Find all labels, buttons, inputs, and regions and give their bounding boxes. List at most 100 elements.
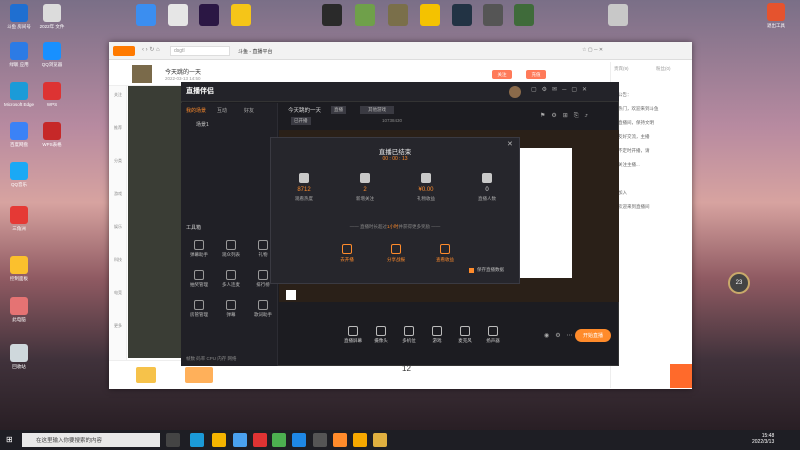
tool-button[interactable]: 观众列表 — [219, 240, 243, 258]
settings-icons[interactable]: ◉⚙⋯ — [544, 332, 579, 339]
desktop-icon[interactable]: 三角洲 — [3, 206, 35, 231]
companion-taskbar-icon[interactable] — [333, 433, 347, 447]
chrome-taskbar-icon[interactable] — [272, 433, 286, 447]
pay-button[interactable]: 充值 — [526, 70, 546, 79]
desktop-icon[interactable]: Microsoft Edge — [3, 82, 35, 107]
tab-title[interactable]: 斗鱼 - 直播平台 — [238, 48, 272, 55]
rockstar-icon[interactable] — [420, 4, 440, 26]
explorer-taskbar-icon[interactable] — [212, 433, 226, 447]
right-tab-vip[interactable]: 贵宾(9) — [614, 66, 629, 72]
desktop-icon[interactable]: WPS — [36, 82, 68, 107]
dialog-action[interactable]: 去开播 — [330, 244, 364, 263]
scene-item[interactable]: 场景1 — [196, 121, 209, 128]
game3-icon[interactable] — [483, 4, 503, 26]
nav-back-icon[interactable]: ‹ › ↻ ⌂ — [142, 46, 160, 53]
desktop-icon[interactable]: 斗鱼 房间号 — [3, 4, 35, 29]
preview-toolbar[interactable]: ⚑⚙⊞⎘⤴ — [540, 112, 594, 120]
gift-icon[interactable] — [136, 367, 156, 383]
office-taskbar-icon[interactable] — [253, 433, 267, 447]
clock-date: 2022/3/13 — [752, 439, 775, 445]
desktop-icon[interactable]: 绿联 应用 — [3, 42, 35, 67]
game-taskbar-icon[interactable] — [313, 433, 327, 447]
desktop-app-icon[interactable] — [136, 4, 156, 26]
sidebar-item[interactable]: 推荐 — [111, 125, 125, 131]
sidebar-item[interactable]: 游戏 — [111, 191, 125, 197]
game2-icon[interactable] — [388, 4, 408, 26]
stat-value: 2 — [363, 187, 367, 193]
follow-button[interactable]: 关注 — [492, 70, 512, 79]
app-toolbar-icons[interactable]: ▢⚙✉─▢✕ — [531, 86, 592, 93]
promo-link[interactable]: 1小时 — [387, 224, 399, 229]
desktop-icon[interactable]: 控制面板 — [3, 256, 35, 281]
source-button[interactable]: 游戏 — [424, 326, 450, 344]
desktop-file-icon[interactable] — [168, 4, 188, 26]
source-icon — [376, 326, 386, 336]
promo-banner[interactable] — [185, 367, 213, 383]
tab-scene[interactable]: 我的场景 — [186, 107, 206, 114]
source-icon — [348, 326, 358, 336]
taskbar-search[interactable]: 在这里输入你要搜索的内容 — [22, 433, 160, 447]
sidebar-item[interactable]: 分类 — [111, 158, 125, 164]
sidebar-item[interactable]: 更多 — [111, 323, 125, 329]
source-button[interactable]: 多机位 — [396, 326, 422, 344]
desktop-icon[interactable]: WPS表格 — [36, 122, 68, 147]
edge-taskbar-icon[interactable] — [190, 433, 204, 447]
source-label: 麦克风 — [458, 338, 472, 343]
gta-icon[interactable] — [514, 4, 534, 26]
sidebar-item[interactable]: 电竞 — [111, 290, 125, 296]
app-icon[interactable] — [231, 4, 251, 26]
desktop-icon[interactable]: QQ浏览器 — [36, 42, 68, 67]
desktop-icon[interactable]: QQ音乐 — [3, 162, 35, 187]
source-button[interactable]: 摄像头 — [368, 326, 394, 344]
tab-friends[interactable]: 好友 — [244, 107, 254, 114]
source-button[interactable]: 扬声器 — [480, 326, 506, 344]
app-taskbar-icon[interactable] — [233, 433, 247, 447]
tab-interact[interactable]: 互动 — [217, 107, 227, 114]
douyu-taskbar-icon[interactable] — [353, 433, 367, 447]
tool-button[interactable]: 房管管理 — [187, 300, 211, 318]
file-taskbar-icon[interactable] — [373, 433, 387, 447]
right-tab-fans[interactable]: 粉丝(0) — [656, 66, 671, 72]
orange-send-button[interactable] — [670, 364, 692, 388]
window-controls[interactable]: ☆ ▢ ─ ✕ — [582, 47, 603, 53]
streamer-avatar[interactable] — [132, 65, 152, 83]
tool-button[interactable]: 弹幕 — [219, 300, 243, 318]
game-icon[interactable] — [322, 4, 342, 26]
desktop-icon-label: 控制面板 — [10, 276, 28, 281]
task-view-icon[interactable] — [166, 433, 180, 447]
tool-button[interactable]: 抽奖管理 — [187, 270, 211, 288]
exit-tool-icon[interactable]: 退出工具 — [760, 3, 792, 28]
dialog-action[interactable]: 分享战报 — [379, 244, 413, 263]
dialog-action[interactable]: 查看收益 — [428, 244, 462, 263]
chat-line: 直播间，保持文明 — [618, 120, 654, 125]
tool-button[interactable]: 歌词助手 — [251, 300, 275, 318]
category-select[interactable]: 其他游戏 — [360, 106, 394, 114]
save-checkbox[interactable] — [469, 268, 474, 273]
windows-start-icon[interactable]: ⊞ — [6, 435, 13, 444]
desktop-shortcut-icon[interactable] — [608, 4, 628, 26]
desktop-icon[interactable]: 2022年 文件 — [36, 4, 68, 29]
desktop-icon[interactable]: 百度网盘 — [3, 122, 35, 147]
start-live-button[interactable]: 开始直播 — [575, 329, 611, 342]
desktop-icon[interactable]: 此电脑 — [3, 297, 35, 322]
address-bar[interactable]: dsgtl — [170, 46, 230, 56]
sidebar-item[interactable]: 娱乐 — [111, 224, 125, 230]
nba-icon[interactable] — [452, 4, 472, 26]
minecraft-icon[interactable] — [355, 4, 375, 26]
taskbar-clock[interactable]: 15:48 2022/3/13 — [752, 433, 774, 445]
app-title: 直播伴侣 — [186, 88, 214, 95]
source-button[interactable]: 麦克风 — [452, 326, 478, 344]
stat-label: 礼物收益 — [417, 196, 435, 201]
room-tag[interactable]: 直播 — [331, 106, 346, 114]
premiere-icon[interactable] — [199, 4, 219, 26]
sidebar-item[interactable]: 科技 — [111, 257, 125, 263]
tool-button[interactable]: 弹幕助手 — [187, 240, 211, 258]
sidebar-item[interactable]: 关注 — [111, 92, 125, 98]
store-taskbar-icon[interactable] — [292, 433, 306, 447]
user-avatar[interactable] — [509, 86, 521, 98]
desktop-icon[interactable]: 回收站 — [3, 344, 35, 369]
tool-button[interactable]: 多人连麦 — [219, 270, 243, 288]
source-button[interactable]: 直播屏幕 — [340, 326, 366, 344]
tool-label: 多人连麦 — [222, 282, 240, 287]
stream-video[interactable] — [128, 86, 188, 358]
